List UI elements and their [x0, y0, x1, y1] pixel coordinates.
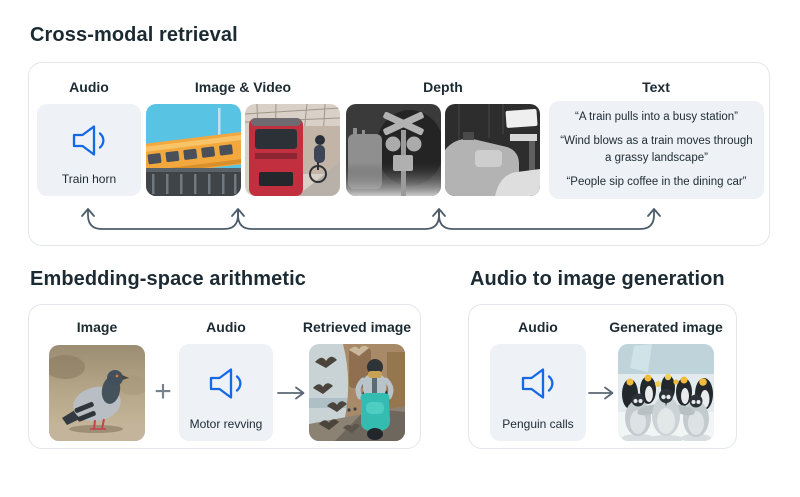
audio-caption: Train horn	[62, 172, 116, 196]
column-label-text: Text	[576, 79, 736, 95]
depth-crossing-image	[346, 104, 441, 196]
audio-caption: Penguin calls	[502, 417, 573, 441]
pigeon-image	[49, 345, 145, 441]
audio-tile-penguin-calls: Penguin calls	[490, 344, 586, 441]
quote-1: “A train pulls into a busy station”	[557, 109, 756, 126]
column-label-image: Image	[47, 319, 147, 335]
right-arrow-icon	[588, 385, 618, 401]
audio-tile-train-horn: Train horn	[37, 104, 141, 196]
cross-modal-title: Cross-modal retrieval	[30, 24, 238, 47]
column-label-generated: Generated image	[596, 319, 736, 335]
arithmetic-title: Embedding-space arithmetic	[30, 268, 306, 291]
speaker-icon	[67, 104, 111, 172]
scooter-image	[309, 344, 405, 441]
text-quotes-panel: “A train pulls into a busy station” “Win…	[549, 101, 764, 199]
column-label-audio-3: Audio	[488, 319, 588, 335]
penguins-image	[618, 344, 714, 441]
quote-2: “Wind blows as a train moves through a g…	[557, 133, 756, 168]
right-arrow-icon	[277, 385, 309, 401]
double-headed-curved-arrows	[29, 203, 771, 237]
quote-3: “People sip coffee in the dining car”	[557, 174, 756, 191]
cross-modal-card: Audio Image & Video Depth Text Train hor…	[28, 62, 770, 246]
plus-operator: +	[149, 375, 177, 409]
yellow-train-image	[146, 104, 241, 196]
arithmetic-card: Image Audio Retrieved image	[28, 304, 421, 449]
column-label-retrieved: Retrieved image	[287, 319, 427, 335]
audio-caption: Motor revving	[190, 417, 263, 441]
column-label-image-video: Image & Video	[168, 79, 318, 95]
red-train-image	[245, 104, 340, 196]
column-label-depth: Depth	[383, 79, 503, 95]
speaker-icon	[204, 344, 248, 417]
speaker-icon	[516, 344, 560, 417]
audio-tile-motor-revving: Motor revving	[179, 344, 273, 441]
generation-title: Audio to image generation	[470, 268, 725, 291]
depth-train-image	[445, 104, 540, 196]
column-label-audio-2: Audio	[176, 319, 276, 335]
generation-card: Audio Generated image Penguin calls	[468, 304, 737, 449]
column-label-audio: Audio	[39, 79, 139, 95]
